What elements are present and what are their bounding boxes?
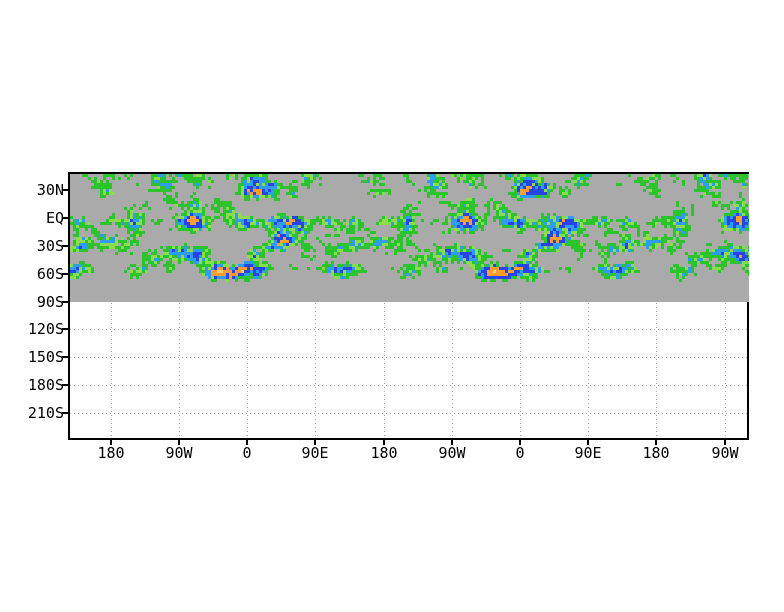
y-tick-label: EQ: [45, 209, 64, 227]
x-tick-label: 90E: [301, 444, 329, 462]
y-tick-label: 120S: [27, 320, 64, 338]
gridline-vertical: [725, 303, 726, 437]
x-tick-label: 180: [642, 444, 670, 462]
x-tick-label: 180: [370, 444, 398, 462]
y-tick-label: 60S: [36, 265, 64, 283]
x-tick-label: 0: [242, 444, 252, 462]
x-tick-label: 0: [515, 444, 525, 462]
y-tick-label: 30N: [36, 181, 64, 199]
gridline-vertical: [111, 303, 112, 437]
gridline-horizontal: [70, 413, 747, 414]
gridline-horizontal: [70, 385, 747, 386]
y-tick-label: 180S: [27, 376, 64, 394]
x-tick-label: 90W: [165, 444, 193, 462]
heatmap-field: [70, 174, 749, 302]
y-tick-label: 90S: [36, 293, 64, 311]
gridline-vertical: [520, 303, 521, 437]
gridline-vertical: [384, 303, 385, 437]
gridline-vertical: [588, 303, 589, 437]
y-tick-label: 30S: [36, 237, 64, 255]
gridline-horizontal: [70, 329, 747, 330]
x-tick-label: 90W: [711, 444, 739, 462]
x-tick-label: 90E: [574, 444, 602, 462]
gridline-vertical: [656, 303, 657, 437]
grads-plot-page: 30N EQ 30S 60S 90S 120S 150S 180S 210S 180 90W 0 90E…: [0, 0, 784, 612]
x-tick-label: 180: [97, 444, 125, 462]
x-tick-label: 90W: [438, 444, 466, 462]
gridline-vertical: [247, 303, 248, 437]
y-tick-label: 210S: [27, 404, 64, 422]
y-tick-label: 150S: [27, 348, 64, 366]
gridline-vertical: [179, 303, 180, 437]
gridline-vertical: [315, 303, 316, 437]
gridline-horizontal: [70, 357, 747, 358]
gridline-vertical: [452, 303, 453, 437]
